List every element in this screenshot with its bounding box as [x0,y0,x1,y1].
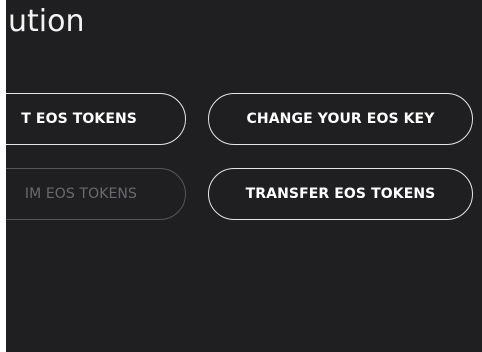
get-eos-tokens-button[interactable]: T EOS TOKENS [6,93,186,145]
claim-eos-tokens-label: IM EOS TOKENS [24,186,137,202]
change-eos-key-button[interactable]: CHANGE YOUR EOS KEY [208,93,473,145]
claim-eos-tokens-button: IM EOS TOKENS [6,168,186,220]
change-eos-key-label: CHANGE YOUR EOS KEY [246,111,435,127]
transfer-eos-tokens-label: TRANSFER EOS TOKENS [245,186,436,202]
token-distribution-panel: ution T EOS TOKENS IM EOS TOKENS CHANGE … [6,0,482,352]
transfer-eos-tokens-button[interactable]: TRANSFER EOS TOKENS [208,168,473,220]
page-title: ution [8,4,85,39]
get-eos-tokens-label: T EOS TOKENS [21,111,137,127]
